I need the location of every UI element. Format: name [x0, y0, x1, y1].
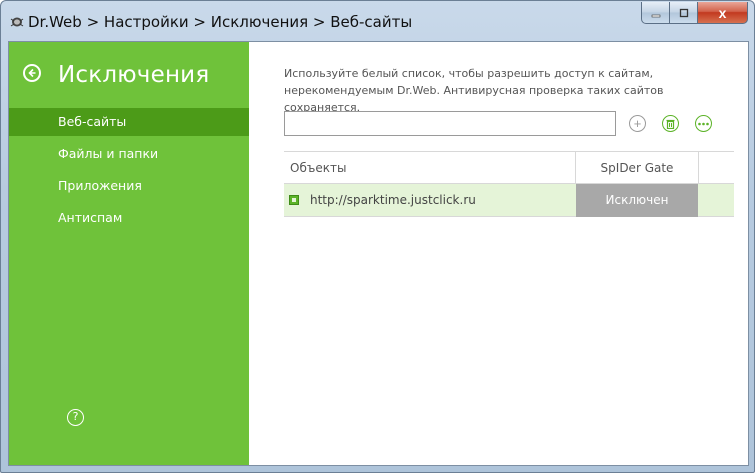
window-title: Dr.Web > Настройки > Исключения > Веб-са…: [28, 13, 413, 31]
close-icon: x: [718, 4, 727, 21]
more-button[interactable]: [695, 115, 712, 132]
maximize-icon: [679, 8, 688, 17]
sidebar-nav: Веб-сайты Файлы и папки Приложения Антис…: [9, 108, 249, 236]
caption-buttons: x: [641, 2, 748, 24]
sidebar-item-antispam[interactable]: Антиспам: [9, 204, 249, 232]
sidebar-item-websites[interactable]: Веб-сайты: [9, 108, 249, 136]
column-divider: [698, 152, 699, 185]
row-status-toggle[interactable]: Исключен: [576, 184, 698, 217]
window-frame: Dr.Web > Настройки > Исключения > Веб-са…: [0, 0, 755, 473]
description-text: Используйте белый список, чтобы разрешит…: [284, 67, 664, 114]
row-checkbox[interactable]: [289, 195, 299, 205]
question-icon: ?: [72, 410, 79, 423]
exclusions-table: Объекты SpIDer Gate http://sparktime.jus…: [284, 151, 734, 217]
help-button[interactable]: ?: [67, 409, 84, 426]
url-input[interactable]: [284, 111, 616, 136]
client-area: Исключения Веб-сайты Файлы и папки Прило…: [8, 41, 749, 466]
table-row[interactable]: http://sparktime.justclick.ru Исключен: [284, 184, 734, 217]
sidebar: Исключения Веб-сайты Файлы и папки Прило…: [9, 42, 249, 465]
ellipsis-icon: [698, 122, 709, 125]
back-arrow-icon: [28, 68, 36, 78]
row-url: http://sparktime.justclick.ru: [310, 193, 476, 207]
maximize-button[interactable]: [670, 2, 698, 24]
minimize-icon: [651, 14, 660, 17]
delete-button[interactable]: [662, 115, 679, 132]
section-title: Исключения: [58, 62, 210, 88]
drweb-spider-icon: [10, 17, 24, 27]
title-bar[interactable]: Dr.Web > Настройки > Исключения > Веб-са…: [1, 1, 754, 41]
back-button[interactable]: [23, 64, 41, 82]
trash-icon: [666, 119, 675, 129]
sidebar-item-applications[interactable]: Приложения: [9, 172, 249, 200]
close-button[interactable]: x: [698, 2, 748, 24]
minimize-button[interactable]: [641, 2, 670, 24]
main-panel: Используйте белый список, чтобы разрешит…: [249, 42, 748, 465]
column-objects[interactable]: Объекты: [290, 152, 346, 185]
add-button[interactable]: +: [629, 115, 646, 132]
sidebar-item-files-folders[interactable]: Файлы и папки: [9, 140, 249, 168]
table-header: Объекты SpIDer Gate: [284, 151, 734, 185]
plus-circle-icon: +: [633, 116, 642, 131]
column-spider-gate[interactable]: SpIDer Gate: [576, 152, 698, 185]
